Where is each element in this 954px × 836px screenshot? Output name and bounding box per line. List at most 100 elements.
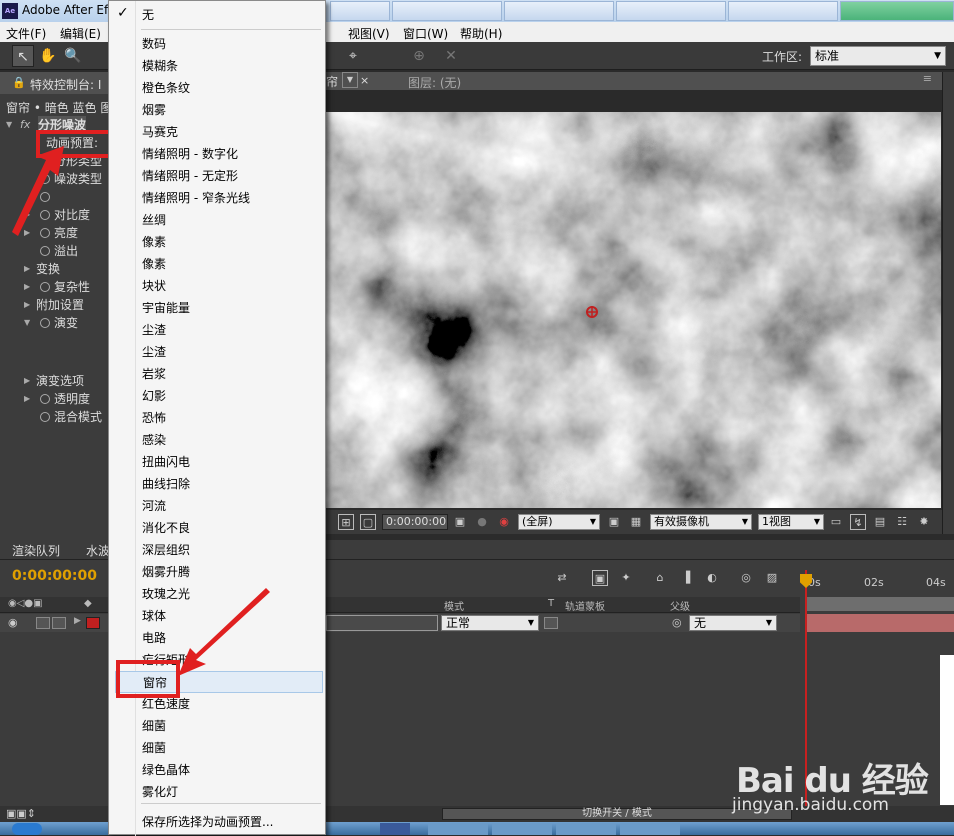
eye-icon[interactable]: ◉ <box>8 616 18 629</box>
taskbar-app[interactable] <box>620 823 680 835</box>
disclosure-closed-icon[interactable]: ▶ <box>24 296 30 314</box>
browser-tab[interactable] <box>616 1 726 21</box>
av-switches-icon[interactable]: ◉◁●▣ <box>8 598 43 609</box>
start-button[interactable] <box>12 823 42 835</box>
anchor-point-icon[interactable] <box>586 306 598 318</box>
preset-menu-item[interactable]: 玫瑰之光 <box>109 583 325 605</box>
timeline-timecode[interactable]: 0:00:00:00 <box>12 568 97 584</box>
disclosure-closed-icon[interactable]: ▶ <box>24 372 30 390</box>
fast-previews-icon[interactable]: ▣ <box>606 514 622 530</box>
motion-blur-icon[interactable]: ◐ <box>704 570 720 586</box>
fractal-noise-preview[interactable] <box>326 112 941 508</box>
preset-menu-item[interactable]: 岩浆 <box>109 363 325 385</box>
preset-menu-item[interactable]: 尘渣 <box>109 319 325 341</box>
live-update-icon[interactable]: ▣ <box>592 570 608 586</box>
preserve-transparency-checkbox[interactable] <box>544 617 558 629</box>
layer-tab[interactable]: 图层: (无) <box>408 74 461 91</box>
preset-menu-item[interactable]: 河流 <box>109 495 325 517</box>
browser-tab[interactable] <box>504 1 614 21</box>
preset-menu-item[interactable]: 像素 <box>109 231 325 253</box>
preset-menu-item[interactable]: 细菌 <box>109 737 325 759</box>
preset-menu-item[interactable]: 马赛克 <box>109 121 325 143</box>
browser-tab[interactable] <box>330 1 390 21</box>
camera-select[interactable]: 有效摄像机 ▼ <box>650 514 752 530</box>
effect-controls-tab[interactable]: 🔒 特效控制台: I <box>0 72 110 94</box>
toggle-pixel-aspect-icon[interactable]: ▭ <box>828 514 844 530</box>
show-snapshot-icon[interactable]: ● <box>474 514 490 530</box>
taskbar-app[interactable] <box>556 823 616 835</box>
param-row[interactable]: ▶ 对比度 <box>0 206 110 224</box>
tab-render-queue[interactable]: 渲染队列 <box>12 542 60 559</box>
region-of-interest-icon[interactable]: ▢ <box>360 514 376 530</box>
layer-parent-select[interactable]: 无 ▼ <box>689 615 777 631</box>
workspace-select[interactable]: 标准 ▼ <box>810 46 946 66</box>
snapshot-camera-icon[interactable]: ▣ <box>452 514 468 530</box>
menu-window[interactable]: 窗口(W) <box>403 25 448 42</box>
hide-shy-layers-icon[interactable]: ⌂ <box>652 570 668 586</box>
stopwatch-icon[interactable] <box>40 394 50 404</box>
solo-switch[interactable] <box>36 617 50 629</box>
menu-edit[interactable]: 编辑(E) <box>60 25 101 42</box>
layer-mode-select[interactable]: 正常 ▼ <box>441 615 539 631</box>
transparency-grid-icon[interactable]: ▦ <box>628 514 644 530</box>
preset-menu-item[interactable]: 情绪照明 - 窄条光线 <box>109 187 325 209</box>
lock-switch[interactable] <box>52 617 66 629</box>
preset-menu-item[interactable]: 恐怖 <box>109 407 325 429</box>
frame-blending-icon[interactable]: ▐ <box>678 570 694 586</box>
menu-view[interactable]: 视图(V) <box>348 25 390 42</box>
preset-menu-item[interactable]: 模糊条 <box>109 55 325 77</box>
fx-icon[interactable]: fx <box>20 116 30 134</box>
resolution-select[interactable]: (全屏) ▼ <box>518 514 600 530</box>
time-ruler[interactable]: 0s 02s 04s <box>806 568 954 598</box>
param-row[interactable]: ▶ 附加设置 <box>0 296 110 314</box>
preset-menu-item[interactable]: 细菌 <box>109 715 325 737</box>
disclosure-closed-icon[interactable]: ▶ <box>74 616 81 626</box>
stopwatch-icon[interactable] <box>40 318 50 328</box>
work-area-bar[interactable] <box>806 597 954 611</box>
tab-composition[interactable]: 水波 <box>86 542 110 559</box>
brainstorm-icon[interactable]: ▨ <box>764 570 780 586</box>
param-row[interactable]: ▶ 演变选项 <box>0 372 110 390</box>
label-tag-icon[interactable]: ◆ <box>84 598 92 609</box>
preset-menu-item[interactable]: 烟雾 <box>109 99 325 121</box>
preset-menu-item[interactable]: 球体 <box>109 605 325 627</box>
param-row[interactable]: ▼ 演变 <box>0 314 110 332</box>
channels-icon[interactable]: ◉ <box>496 514 512 530</box>
stopwatch-icon[interactable] <box>40 210 50 220</box>
preset-menu-item[interactable]: 情绪照明 - 无定形 <box>109 165 325 187</box>
viewer-timecode[interactable]: 0:00:00:00 <box>382 514 448 530</box>
preset-menu-item[interactable]: 幻影 <box>109 385 325 407</box>
preset-menu-item[interactable]: 丝绸 <box>109 209 325 231</box>
selection-tool-icon[interactable]: ↖ <box>12 45 34 67</box>
taskbar-app[interactable] <box>492 823 552 835</box>
stopwatch-icon[interactable] <box>40 192 50 202</box>
view-layout-select[interactable]: 1视图 ▼ <box>758 514 824 530</box>
expand-switches-icon[interactable]: ▣▣⇕ <box>6 807 36 820</box>
preset-menu-item[interactable]: 数码 <box>109 33 325 55</box>
layer-duration-bar[interactable] <box>806 614 954 632</box>
preset-menu-item[interactable]: 烟雾升腾 <box>109 561 325 583</box>
param-row[interactable]: ▶ 透明度 <box>0 390 110 408</box>
stopwatch-icon[interactable] <box>40 412 50 422</box>
safe-zones-icon[interactable]: ⊞ <box>338 514 354 530</box>
preset-menu-item[interactable]: 曲线扫除 <box>109 473 325 495</box>
disclosure-open-icon[interactable]: ▼ <box>24 314 30 332</box>
disclosure-closed-icon[interactable]: ▶ <box>24 278 30 296</box>
graph-editor-icon[interactable]: ◎ <box>738 570 754 586</box>
stopwatch-icon[interactable] <box>40 246 50 256</box>
param-row[interactable]: ▶ 变换 <box>0 260 110 278</box>
draft-3d-icon[interactable]: ✦ <box>618 570 634 586</box>
save-preset-menu-item[interactable]: 保存所选择为动画预置... <box>109 811 325 833</box>
browser-tab[interactable] <box>392 1 502 21</box>
close-icon[interactable]: × <box>360 74 369 87</box>
panel-menu-icon[interactable]: ≡ <box>923 72 932 85</box>
stopwatch-icon[interactable] <box>40 282 50 292</box>
disclosure-closed-icon[interactable]: ▶ <box>24 390 30 408</box>
stopwatch-icon[interactable] <box>40 228 50 238</box>
taskbar-app[interactable] <box>380 823 410 835</box>
reset-exposure-icon[interactable]: ✸ <box>916 514 932 530</box>
preset-menu-item[interactable]: 像素 <box>109 253 325 275</box>
preset-menu-item[interactable]: 扭曲闪电 <box>109 451 325 473</box>
menu-file[interactable]: 文件(F) <box>6 25 46 42</box>
stopwatch-icon[interactable] <box>40 174 50 184</box>
